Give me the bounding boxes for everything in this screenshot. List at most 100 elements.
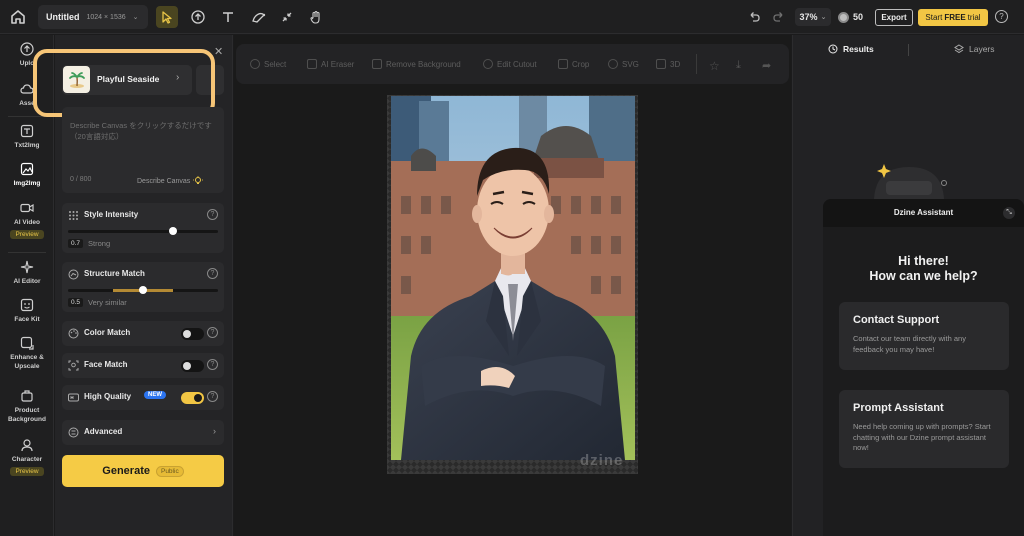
cursor-icon [162,10,172,24]
credits-counter[interactable]: 50 [838,8,863,26]
start-free-trial-button[interactable]: Start FREE trial [918,9,988,26]
3d-button[interactable]: 3D [656,59,680,69]
cloud-icon [20,84,34,94]
greeting-line-1: Hi there! [898,254,949,268]
describe-canvas-button[interactable]: Describe Canvas [137,176,204,186]
home-icon[interactable] [8,7,28,27]
history-icon [828,44,838,54]
face-match-label: Face Match [84,360,128,369]
download-button[interactable]: ⤓ [736,59,741,72]
ai-eraser-button[interactable]: AI Eraser [307,59,354,69]
select-tool-button[interactable] [156,6,178,28]
text-icon [223,12,233,22]
structure-match-value-row: 0.5 Very similar [68,298,127,307]
color-match-toggle[interactable] [181,328,204,340]
zoom-dropdown[interactable]: 37% ⌄ [795,8,831,26]
minimize-icon[interactable]: ⤡ [1003,207,1015,219]
info-icon[interactable]: ? [207,359,218,370]
svg-button[interactable]: SVG [608,59,639,69]
structure-match-label: Structure Match [84,269,145,278]
contact-support-card[interactable]: Contact Support Contact our team directl… [839,302,1009,370]
nav-item-ai-video[interactable]: AI Video Preview [0,201,54,239]
lasso-icon [250,59,260,69]
face-icon [20,298,34,312]
image-image-icon [20,162,34,176]
assistant-greeting: Hi there! How can we help? [823,254,1024,284]
nav-label: AI Video [14,219,40,226]
nav-label: Product [14,407,40,414]
nav-label: Face Kit [14,316,40,323]
remove-background-button[interactable]: Remove Background [372,59,461,69]
slider-handle[interactable] [139,286,147,294]
favorite-button[interactable]: ☆ [709,59,720,73]
prompt-assistant-card[interactable]: Prompt Assistant Need help coming up wit… [839,390,1009,468]
upload-tool-button[interactable] [187,6,209,28]
advanced-label: Advanced [84,427,123,436]
crop-button[interactable]: Crop [558,59,589,69]
canvas-image[interactable] [391,96,635,460]
nav-item-enhance-upscale[interactable]: Enhance & Upscale [0,336,54,371]
slider-handle[interactable] [169,227,177,235]
generate-button[interactable]: Generate Public [62,455,224,487]
undo-icon[interactable] [746,9,762,25]
edit-cutout-button[interactable]: Edit Cutout [483,59,537,69]
nav-item-face-kit[interactable]: Face Kit [0,298,54,324]
close-icon[interactable]: ✕ [214,45,223,58]
upload-icon [20,42,34,56]
card-title: Contact Support [853,314,940,326]
scissors-icon [483,59,493,69]
settings-sliders-icon [68,427,79,438]
nav-label: Img2Img [13,180,41,187]
toolbar-label: 3D [670,59,681,69]
tab-results[interactable]: Results [828,44,874,54]
style-intensity-card: Style Intensity ? 0.7 Strong [62,203,224,253]
nav-item-img2img[interactable]: Img2Img [0,162,54,188]
help-icon[interactable]: ? [995,10,1008,23]
pen-tool-button[interactable] [248,6,270,28]
color-match-label: Color Match [84,328,131,337]
shrink-tool-button[interactable] [276,6,298,28]
hq-icon [68,393,79,402]
text-tool-button[interactable] [217,6,239,28]
redo-icon[interactable] [771,9,787,25]
slider-value: 0.5 [68,298,84,307]
card-title: Prompt Assistant [853,402,944,414]
info-icon[interactable]: ? [207,327,218,338]
chevron-down-icon: ⌄ [820,14,827,21]
info-icon[interactable]: ? [207,391,218,402]
toolbar-label: Select [264,59,287,69]
nav-item-ai-editor[interactable]: AI Editor [0,260,54,286]
nav-label: Character [11,456,43,463]
toolbar-label: SVG [622,59,639,69]
tab-layers[interactable]: Layers [954,44,995,54]
toolbar-label: Remove Background [386,59,461,69]
nav-item-character[interactable]: Character Preview [0,438,54,476]
face-match-toggle[interactable] [181,360,204,372]
coin-icon [838,11,849,23]
info-icon[interactable]: ? [207,268,218,279]
tab-label: Results [843,44,874,54]
advanced-row[interactable]: Advanced › [62,420,224,445]
trial-end-text: trial [967,13,981,22]
nav-item-product-background[interactable]: Product Background [0,389,54,424]
info-icon[interactable]: ? [207,209,218,220]
tab-label: Layers [969,44,995,54]
document-dimensions: 1024 × 1536 [86,13,126,21]
public-badge: Public [155,465,184,477]
nav-item-txt2img[interactable]: Txt2Img [0,124,54,150]
watermark: dzine [580,452,624,469]
video-icon [20,203,34,213]
document-title-menu[interactable]: Untitled 1024 × 1536 ⌄ [38,5,148,29]
document-title: Untitled [46,12,80,22]
collapse-arrows-icon [282,12,292,22]
share-button[interactable]: ➦ [762,59,771,72]
prompt-placeholder: Describe Canvas をクリックするだけです（20言語対応） [70,121,212,141]
select-button[interactable]: Select [250,59,286,69]
toolbar-label: Edit Cutout [497,59,537,69]
trial-start-text: Start [925,13,943,22]
high-quality-label: High Quality [84,392,132,401]
vector-icon [608,59,618,69]
export-button[interactable]: Export [875,9,913,26]
high-quality-toggle[interactable] [181,392,204,404]
hand-tool-button[interactable] [305,6,327,28]
